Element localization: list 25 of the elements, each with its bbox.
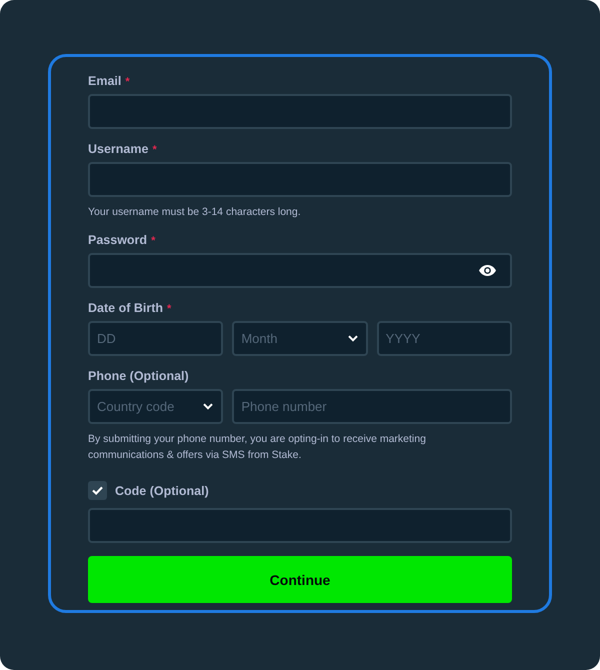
eye-icon[interactable] <box>479 265 496 276</box>
chevron-icon <box>203 403 214 410</box>
field-label: Email <box>88 74 122 88</box>
required-mark: * <box>125 76 130 88</box>
helper-text: Your username must be 3-14 characters long. <box>88 205 302 220</box>
chevron-icon <box>348 335 358 342</box>
field-label: Password <box>88 233 148 247</box>
password-field[interactable] <box>88 253 512 288</box>
helper-text: By submitting your phone number, you are opting-in to receive marketing communications & offers via SMS from Stake. <box>88 432 427 463</box>
input-field[interactable] <box>88 94 512 129</box>
required-mark: * <box>151 235 156 247</box>
code-field[interactable] <box>88 508 512 543</box>
field-label: Username <box>88 142 148 156</box>
field-label: Date of Birth <box>88 301 163 315</box>
input-field[interactable]: YYYY <box>376 321 512 356</box>
input-field[interactable]: DD <box>88 321 224 356</box>
field-label: Phone (Optional) <box>88 369 189 383</box>
required-mark: * <box>152 144 157 156</box>
check-icon <box>92 486 103 495</box>
input-field[interactable] <box>88 162 512 197</box>
input-field[interactable]: Phone number <box>232 389 512 424</box>
checkbox-label[interactable]: Code (Optional) <box>115 484 209 498</box>
checkbox[interactable] <box>88 481 107 500</box>
continue-button[interactable]: Continue <box>88 556 512 603</box>
required-mark: * <box>167 303 172 315</box>
